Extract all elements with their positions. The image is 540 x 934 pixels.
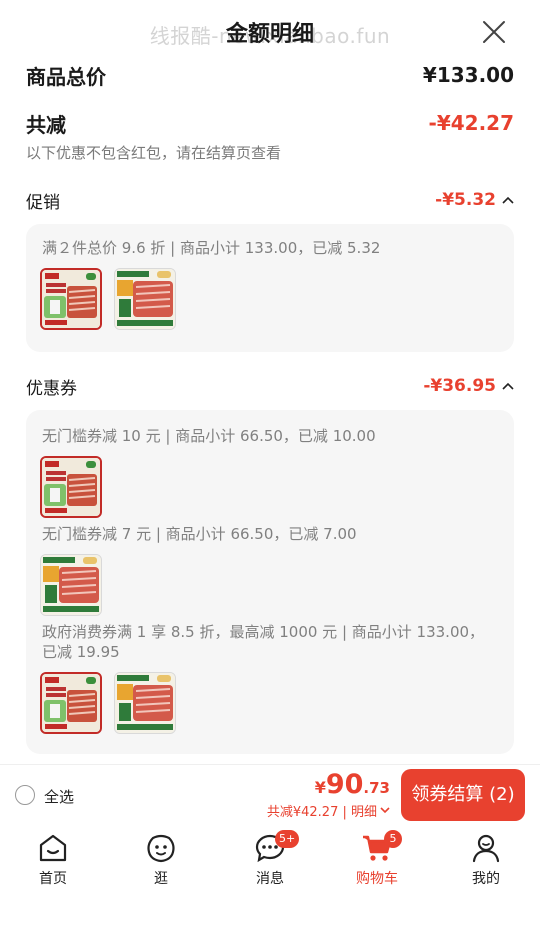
- coupon-header[interactable]: 优惠券 -¥36.95: [26, 374, 514, 399]
- price-integer: 90: [325, 769, 364, 800]
- beef-slices-image: [41, 555, 101, 615]
- promo-line: 满２件总价 9.6 折 | 商品小计 133.00，已减 5.32: [42, 239, 381, 257]
- product-thumb-beef-roll[interactable]: [40, 268, 102, 330]
- product-thumb-beef-roll[interactable]: [40, 456, 102, 518]
- tab-label: 逛: [154, 871, 168, 887]
- profile-icon: [472, 834, 500, 863]
- select-all-label[interactable]: 全选: [44, 786, 74, 807]
- tab-label: 首页: [39, 871, 67, 887]
- coupon-line: 政府消费券满 1 享 8.5 折，最高减 1000 元 | 商品小计 133.0…: [42, 623, 485, 661]
- checkout-button[interactable]: 领券结算 (2): [401, 769, 525, 821]
- reduce-value: -¥42.27: [428, 111, 514, 135]
- total-row: 商品总价 ¥133.00: [26, 64, 514, 89]
- detail-content[interactable]: 商品总价 ¥133.00 共减 -¥42.27 以下优惠不包含红包，请在结算页查…: [12, 64, 528, 764]
- chevron-up-icon: [502, 382, 514, 390]
- coupon-value: -¥36.95: [423, 376, 496, 396]
- promo-card: 满２件总价 9.6 折 | 商品小计 133.00，已减 5.32: [26, 224, 514, 352]
- coupon-line: 无门槛券减 10 元 | 商品小计 66.50，已减 10.00: [42, 427, 376, 445]
- promo-label: 促销: [26, 192, 60, 213]
- total-price: ¥90.73: [315, 769, 390, 800]
- tab-label: 购物车: [356, 871, 398, 887]
- header: 线报酷-new.xianbao.fun 金额明细: [0, 0, 540, 64]
- reduce-label: 共减: [26, 112, 66, 137]
- coupon-label: 优惠券: [26, 378, 77, 399]
- coupon-card: 无门槛券减 10 元 | 商品小计 66.50，已减 10.00 无门槛券减 7…: [26, 410, 514, 754]
- close-icon: [483, 21, 505, 43]
- coupon-value-wrap: -¥36.95: [423, 376, 514, 396]
- message-badge: 5+: [275, 830, 300, 848]
- price-decimal: .73: [363, 779, 390, 797]
- tab-bar: 首页 逛 5+ 消息 5 购物车 我的: [0, 826, 540, 934]
- chevron-down-icon: [380, 807, 390, 814]
- coupon-line: 无门槛券减 7 元 | 商品小计 66.50，已减 7.00: [42, 525, 357, 543]
- chevron-up-icon: [502, 196, 514, 204]
- price-detail-text: 共减¥42.27 | 明细: [266, 805, 377, 820]
- select-all-radio[interactable]: [15, 785, 35, 805]
- tab-label: 消息: [256, 871, 284, 887]
- tab-cart[interactable]: 5 购物车: [332, 830, 422, 892]
- product-thumb-beef-roll[interactable]: [40, 672, 102, 734]
- cart-badge: 5: [384, 830, 402, 848]
- browse-icon: [147, 834, 175, 863]
- promo-header[interactable]: 促销 -¥5.32: [26, 188, 514, 213]
- reduce-row: 共减 -¥42.27: [26, 110, 514, 137]
- total-label: 商品总价: [26, 64, 106, 89]
- tab-browse[interactable]: 逛: [116, 832, 206, 892]
- price-detail-link[interactable]: 共减¥42.27 | 明细: [267, 801, 390, 820]
- total-value: ¥133.00: [422, 64, 514, 87]
- amount-detail-page: 线报酷-new.xianbao.fun 金额明细 商品总价 ¥133.00 共减…: [0, 0, 540, 934]
- page-title: 金额明细: [225, 22, 314, 47]
- price-currency: ¥: [314, 778, 326, 797]
- beef-roll-image: [42, 674, 100, 732]
- beef-slices-image: [115, 673, 175, 733]
- promo-value-wrap: -¥5.32: [435, 190, 514, 210]
- tab-label: 我的: [472, 871, 500, 887]
- home-icon: [39, 834, 67, 862]
- product-thumb-beef-slices[interactable]: [40, 554, 102, 616]
- tab-home[interactable]: 首页: [8, 832, 98, 892]
- discount-note: 以下优惠不包含红包，请在结算页查看: [26, 144, 282, 162]
- beef-roll-image: [42, 270, 100, 328]
- checkout-bar: 全选 ¥90.73 共减¥42.27 | 明细 领券结算 (2): [0, 764, 540, 826]
- product-thumb-beef-slices[interactable]: [114, 672, 176, 734]
- tab-messages[interactable]: 5+ 消息: [225, 830, 315, 892]
- tab-profile[interactable]: 我的: [441, 832, 531, 892]
- close-button[interactable]: [482, 20, 506, 44]
- beef-slices-image: [115, 269, 175, 329]
- product-thumb-beef-slices[interactable]: [114, 268, 176, 330]
- promo-value: -¥5.32: [435, 190, 496, 210]
- beef-roll-image: [42, 458, 100, 516]
